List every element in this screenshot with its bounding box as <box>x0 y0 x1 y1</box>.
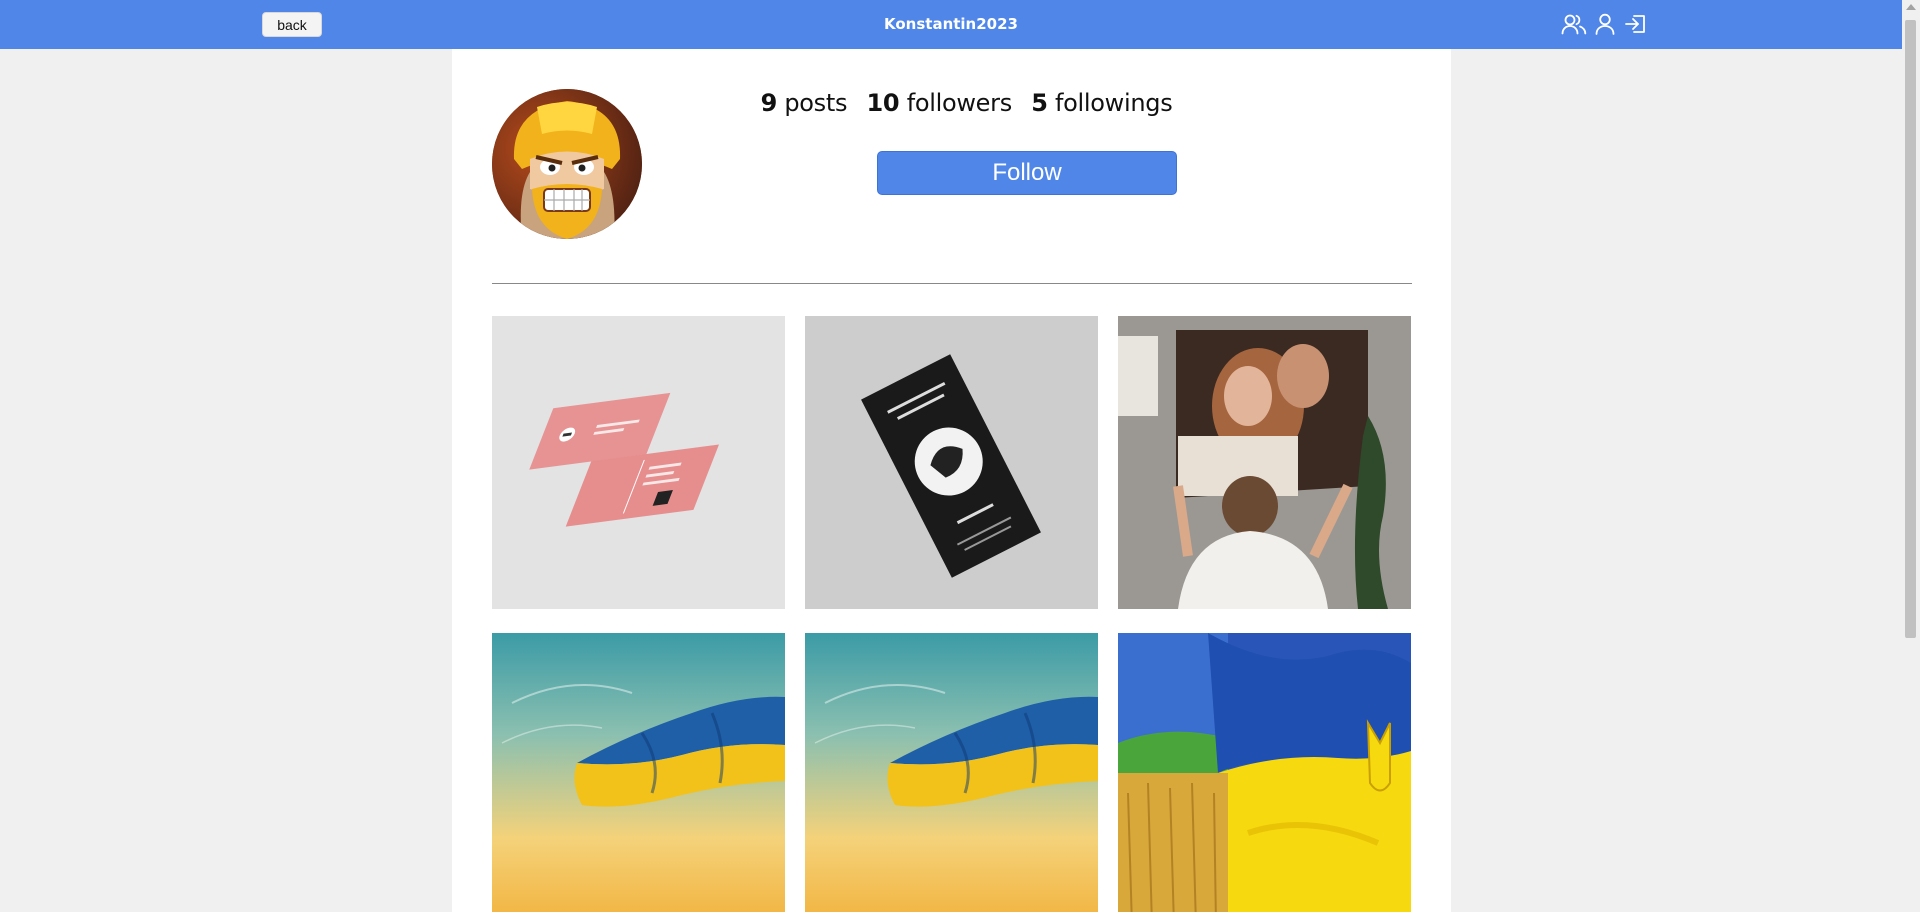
back-button[interactable]: back <box>262 12 322 37</box>
posts-count: 9 <box>760 89 778 117</box>
followers-label: followers <box>906 89 1013 117</box>
follow-button[interactable]: Follow <box>877 151 1177 195</box>
divider <box>492 283 1412 284</box>
post-thumbnail-canvas-photo[interactable] <box>1118 316 1411 609</box>
post-thumbnail-flag-sky[interactable] <box>492 633 785 912</box>
users-icon[interactable] <box>1560 10 1588 38</box>
posts-label: posts <box>784 89 848 117</box>
header-icons <box>1560 10 1650 38</box>
posts-stat: 9 posts <box>761 89 848 117</box>
avatar <box>492 89 642 239</box>
profile-stats: 9 posts 10 followers 5 followings <box>642 89 1291 117</box>
post-thumbnail-flag-wheat[interactable] <box>1118 633 1411 912</box>
post-thumbnail-flyer[interactable] <box>805 316 1098 609</box>
followers-stat[interactable]: 10 followers <box>866 89 1013 117</box>
profile-icon[interactable] <box>1591 10 1619 38</box>
followings-label: followings <box>1055 89 1173 117</box>
post-thumbnail-flag-sky-2[interactable] <box>805 633 1098 912</box>
top-bar: Konstantin2023 back <box>0 0 1902 49</box>
scrollbar-thumb[interactable] <box>1905 20 1916 638</box>
post-thumbnail-business-card[interactable] <box>492 316 785 609</box>
profile-container: 9 posts 10 followers 5 followings Follow <box>452 49 1451 912</box>
followings-stat[interactable]: 5 followings <box>1031 89 1172 117</box>
scroll-up-arrow-icon[interactable] <box>1906 4 1916 10</box>
followings-count: 5 <box>1031 89 1048 117</box>
logout-icon[interactable] <box>1622 10 1650 38</box>
followers-count: 10 <box>866 89 900 117</box>
